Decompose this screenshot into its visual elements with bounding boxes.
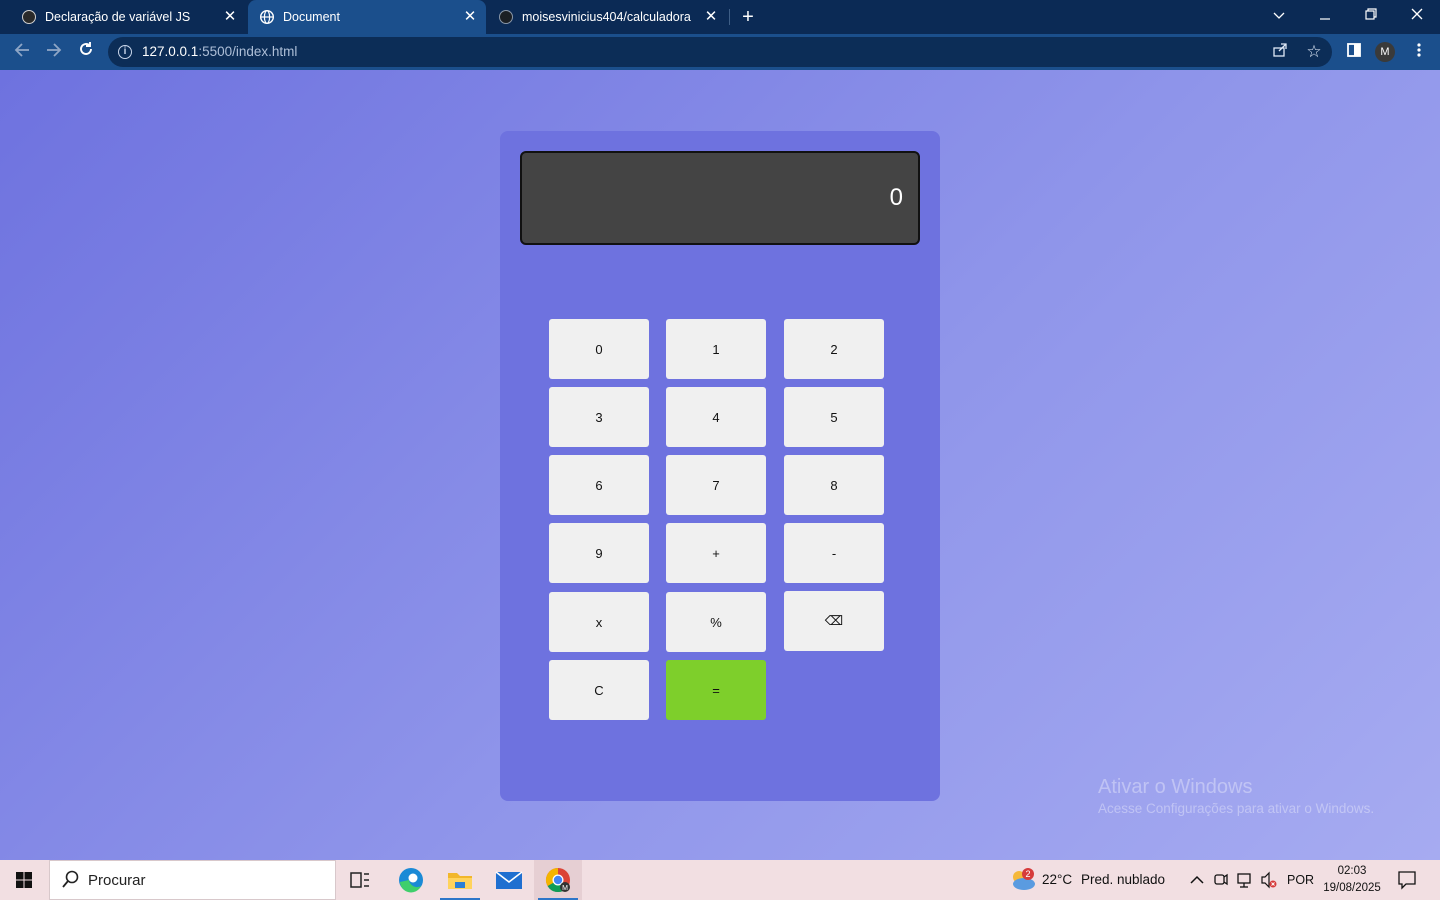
minimize-icon[interactable] [1302,0,1348,30]
clock-time: 02:03 [1337,865,1367,877]
url-host: 127.0.0.1 [142,44,199,59]
tab-strip: Declaração de variável JS ✕ Document ✕ m… [0,0,1440,34]
url-text[interactable]: 127.0.0.1:5500/index.html [142,44,297,59]
reload-icon[interactable] [74,40,98,64]
clock[interactable]: 02:03 19/08/2025 [1316,863,1388,897]
weather-badge: 2 [1022,868,1034,880]
key-6[interactable]: 6 [549,455,649,515]
key-clear[interactable]: C [549,660,649,720]
windows-start-icon[interactable] [0,860,48,900]
chevron-up-icon[interactable] [1188,860,1206,900]
notifications-icon[interactable] [1396,860,1418,900]
tab-declaracao[interactable]: Declaração de variável JS ✕ [8,0,246,34]
tab-title: Document [283,10,340,24]
key-1[interactable]: 1 [666,319,766,379]
side-panel-icon[interactable] [1342,40,1366,64]
edge-icon[interactable] [389,864,433,896]
bookmark-star-icon[interactable]: ☆ [1304,42,1324,62]
key-backspace[interactable]: ⌫ [784,591,884,651]
key-5[interactable]: 5 [784,387,884,447]
key-percent[interactable]: % [666,592,766,652]
back-icon[interactable] [10,40,34,64]
meet-icon[interactable] [1213,860,1229,900]
task-view-icon[interactable] [338,864,382,896]
search-icon [62,870,80,893]
taskbar-search[interactable]: Procurar [49,860,336,900]
key-9[interactable]: 9 [549,523,649,583]
key-3[interactable]: 3 [549,387,649,447]
taskbar: Procurar M 2 22°C Pred. nublado POR 02:0… [0,860,1440,900]
key-multiply[interactable]: x [549,592,649,652]
address-bar[interactable]: i 127.0.0.1:5500/index.html ☆ [108,37,1332,67]
close-tab-icon[interactable]: ✕ [222,9,238,25]
close-tab-icon[interactable]: ✕ [462,9,478,25]
browser-toolbar: i 127.0.0.1:5500/index.html ☆ M [0,34,1440,70]
file-explorer-icon[interactable] [438,864,482,900]
volume-muted-icon[interactable] [1260,860,1278,900]
key-4[interactable]: 4 [666,387,766,447]
key-8[interactable]: 8 [784,455,884,515]
activation-watermark-title: Ativar o Windows [1098,776,1253,798]
key-plus[interactable]: + [666,523,766,583]
chrome-icon[interactable]: M [534,860,582,900]
activation-watermark-text: Acesse Configurações para ativar o Windo… [1098,801,1375,816]
menu-kebab-icon[interactable] [1407,40,1431,64]
weather-temperature[interactable]: 22°C [1042,860,1072,900]
search-placeholder: Procurar [88,872,146,889]
clock-date: 19/08/2025 [1323,882,1381,894]
key-7[interactable]: 7 [666,455,766,515]
github-icon [499,10,513,24]
tab-search-icon[interactable] [1256,0,1302,30]
openai-icon [22,10,36,24]
weather-icon[interactable]: 2 [1008,860,1038,900]
close-window-icon[interactable] [1394,0,1440,30]
globe-icon [259,9,275,25]
forward-icon[interactable] [42,40,66,64]
key-2[interactable]: 2 [784,319,884,379]
share-icon[interactable] [1270,42,1290,62]
tab-separator [729,9,730,25]
tab-title: moisesvinicius404/calculadora [522,10,691,24]
new-tab-button[interactable]: + [738,7,758,27]
network-icon[interactable] [1236,860,1254,900]
weather-description[interactable]: Pred. nublado [1081,860,1165,900]
url-path: :5500/index.html [198,44,298,59]
svg-text:M: M [562,885,568,892]
close-tab-icon[interactable]: ✕ [703,9,719,25]
calculator: 0 0 1 2 3 4 5 6 7 8 9 + - x % ⌫ C = [500,131,940,801]
mail-icon[interactable] [487,864,531,896]
language-indicator[interactable]: POR [1287,860,1314,900]
tab-title: Declaração de variável JS [45,10,191,24]
key-minus[interactable]: - [784,523,884,583]
profile-avatar[interactable]: M [1375,42,1395,62]
key-0[interactable]: 0 [549,319,649,379]
tab-github[interactable]: moisesvinicius404/calculadora ✕ [487,0,727,34]
site-info-icon[interactable]: i [118,45,132,59]
calculator-display: 0 [520,151,920,245]
tab-document[interactable]: Document ✕ [248,0,486,34]
page-viewport: 0 0 1 2 3 4 5 6 7 8 9 + - x % ⌫ C = Ativ… [0,70,1440,860]
restore-icon[interactable] [1348,0,1394,30]
key-equals[interactable]: = [666,660,766,720]
